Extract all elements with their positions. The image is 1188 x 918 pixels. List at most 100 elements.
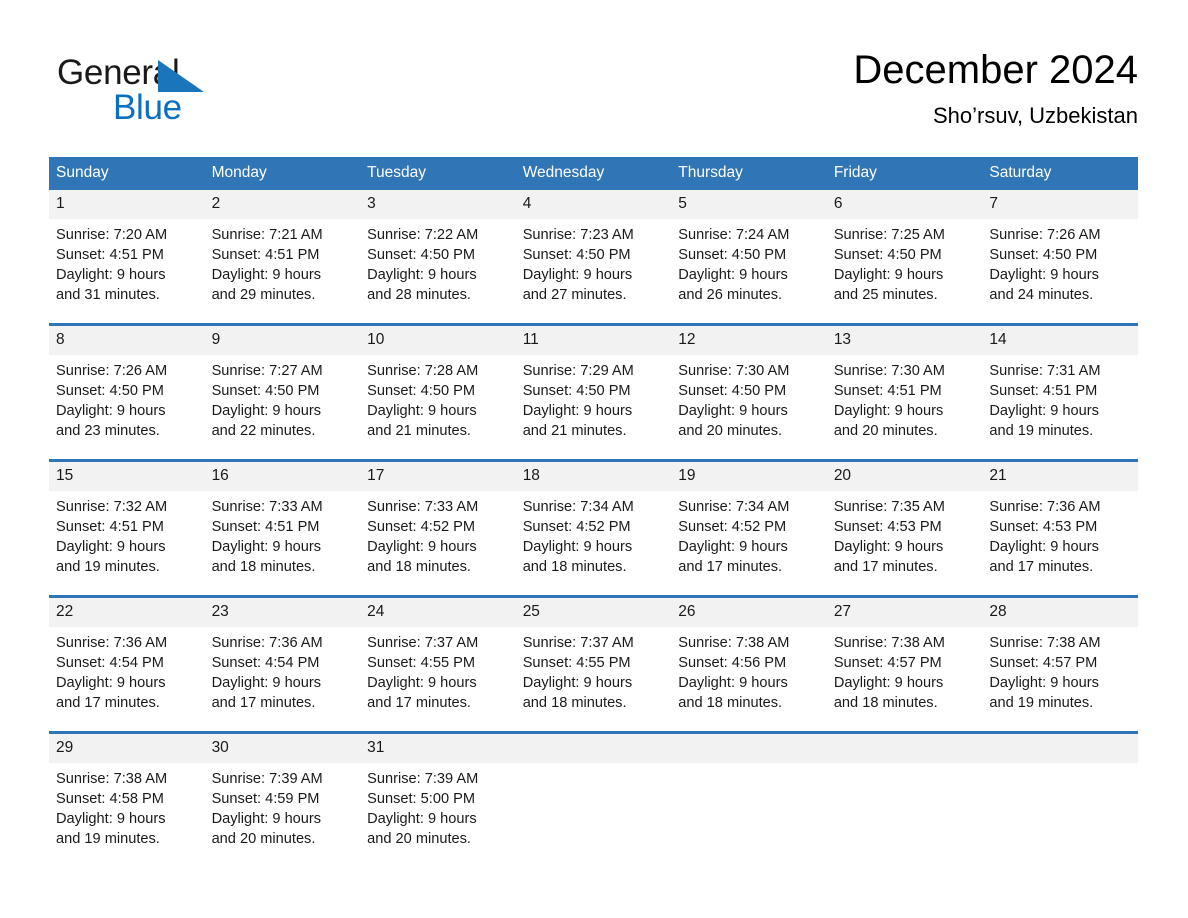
day-cell[interactable]: Sunrise: 7:39 AM Sunset: 5:00 PM Dayligh… <box>360 763 516 853</box>
day-cell[interactable]: Sunrise: 7:24 AM Sunset: 4:50 PM Dayligh… <box>671 219 827 309</box>
daylight-text-cont: and 21 minutes. <box>522 423 627 439</box>
daylight-text-cont: and 18 minutes. <box>833 695 938 711</box>
day-number[interactable]: 20 <box>826 462 983 491</box>
sunset-text: Sunset: 4:53 PM <box>833 519 942 535</box>
sunset-text: Sunset: 4:50 PM <box>56 383 164 399</box>
daylight-text: Daylight: 9 hours <box>211 675 322 691</box>
day-number[interactable]: 5 <box>671 190 827 219</box>
logo-text-blue: Blue <box>113 88 182 127</box>
day-cell[interactable]: Sunrise: 7:26 AM Sunset: 4:50 PM Dayligh… <box>982 219 1138 309</box>
daylight-text-cont: and 17 minutes. <box>367 695 471 711</box>
day-number[interactable]: 6 <box>826 190 983 219</box>
day-cell[interactable]: Sunrise: 7:25 AM Sunset: 4:50 PM Dayligh… <box>826 219 983 309</box>
sunset-text: Sunset: 4:50 PM <box>678 247 787 263</box>
day-cell[interactable]: Sunrise: 7:38 AM Sunset: 4:58 PM Dayligh… <box>49 763 205 853</box>
day-cell[interactable]: Sunrise: 7:37 AM Sunset: 4:55 PM Dayligh… <box>360 627 516 717</box>
calendar-body: 1 2 3 4 5 6 7 Sunrise: 7:20 AM Sunset: 4… <box>49 190 1138 853</box>
day-number[interactable]: 12 <box>671 326 827 355</box>
day-cell[interactable]: Sunrise: 7:28 AM Sunset: 4:50 PM Dayligh… <box>360 355 516 445</box>
day-cell[interactable]: Sunrise: 7:30 AM Sunset: 4:50 PM Dayligh… <box>671 355 827 445</box>
day-cell[interactable]: Sunrise: 7:38 AM Sunset: 4:57 PM Dayligh… <box>982 627 1138 717</box>
daylight-text-cont: and 27 minutes. <box>522 287 627 303</box>
day-cell-empty <box>826 763 983 853</box>
day-number[interactable]: 13 <box>826 326 983 355</box>
day-cell[interactable]: Sunrise: 7:20 AM Sunset: 4:51 PM Dayligh… <box>49 219 205 309</box>
day-cell[interactable]: Sunrise: 7:35 AM Sunset: 4:53 PM Dayligh… <box>826 491 983 581</box>
day-number[interactable]: 19 <box>671 462 827 491</box>
day-number[interactable]: 1 <box>49 190 205 219</box>
day-cell[interactable]: Sunrise: 7:29 AM Sunset: 4:50 PM Dayligh… <box>515 355 672 445</box>
sunrise-text: Sunrise: 7:36 AM <box>56 635 168 651</box>
day-cell[interactable]: Sunrise: 7:32 AM Sunset: 4:51 PM Dayligh… <box>49 491 205 581</box>
day-number[interactable]: 7 <box>982 190 1138 219</box>
day-number[interactable]: 17 <box>360 462 516 491</box>
sunrise-text: Sunrise: 7:25 AM <box>833 227 945 243</box>
day-cell[interactable]: Sunrise: 7:36 AM Sunset: 4:54 PM Dayligh… <box>49 627 205 717</box>
day-cell[interactable]: Sunrise: 7:30 AM Sunset: 4:51 PM Dayligh… <box>826 355 983 445</box>
day-number[interactable]: 25 <box>515 598 672 627</box>
day-cell[interactable]: Sunrise: 7:23 AM Sunset: 4:50 PM Dayligh… <box>515 219 672 309</box>
week-4-info-row: Sunrise: 7:36 AM Sunset: 4:54 PM Dayligh… <box>49 627 1138 717</box>
sunset-text: Sunset: 4:50 PM <box>989 247 1098 263</box>
day-number[interactable]: 18 <box>515 462 672 491</box>
day-cell[interactable]: Sunrise: 7:36 AM Sunset: 4:54 PM Dayligh… <box>204 627 361 717</box>
day-cell[interactable]: Sunrise: 7:31 AM Sunset: 4:51 PM Dayligh… <box>982 355 1138 445</box>
daylight-text-cont: and 18 minutes. <box>367 559 471 575</box>
day-number[interactable]: 11 <box>515 326 672 355</box>
day-number[interactable]: 16 <box>204 462 361 491</box>
daylight-text: Daylight: 9 hours <box>367 539 477 555</box>
day-cell[interactable]: Sunrise: 7:37 AM Sunset: 4:55 PM Dayligh… <box>515 627 672 717</box>
day-cell[interactable]: Sunrise: 7:26 AM Sunset: 4:50 PM Dayligh… <box>49 355 205 445</box>
sunrise-text: Sunrise: 7:27 AM <box>211 363 323 379</box>
sunrise-text: Sunrise: 7:26 AM <box>989 227 1101 243</box>
sunrise-text: Sunrise: 7:34 AM <box>522 499 634 515</box>
day-number[interactable]: 26 <box>671 598 827 627</box>
sunset-text: Sunset: 4:54 PM <box>56 655 164 671</box>
day-number[interactable]: 22 <box>49 598 205 627</box>
day-number[interactable]: 8 <box>49 326 205 355</box>
day-cell[interactable]: Sunrise: 7:34 AM Sunset: 4:52 PM Dayligh… <box>515 491 672 581</box>
sunset-text: Sunset: 4:50 PM <box>678 383 787 399</box>
sunset-text: Sunset: 4:52 PM <box>678 519 787 535</box>
day-cell[interactable]: Sunrise: 7:36 AM Sunset: 4:53 PM Dayligh… <box>982 491 1138 581</box>
day-number[interactable]: 29 <box>49 734 205 763</box>
day-number[interactable]: 21 <box>982 462 1138 491</box>
day-number[interactable]: 4 <box>515 190 672 219</box>
sunrise-text: Sunrise: 7:26 AM <box>56 363 168 379</box>
sunset-text: Sunset: 4:58 PM <box>56 791 164 807</box>
sunset-text: Sunset: 4:50 PM <box>211 383 320 399</box>
sunset-text: Sunset: 4:55 PM <box>522 655 631 671</box>
daylight-text-cont: and 29 minutes. <box>211 287 316 303</box>
day-cell[interactable]: Sunrise: 7:33 AM Sunset: 4:51 PM Dayligh… <box>204 491 361 581</box>
day-cell[interactable]: Sunrise: 7:38 AM Sunset: 4:56 PM Dayligh… <box>671 627 827 717</box>
day-number[interactable]: 9 <box>204 326 361 355</box>
daylight-text: Daylight: 9 hours <box>211 403 322 419</box>
day-number[interactable]: 15 <box>49 462 205 491</box>
day-number[interactable]: 3 <box>360 190 516 219</box>
day-number[interactable]: 28 <box>982 598 1138 627</box>
day-number[interactable]: 14 <box>982 326 1138 355</box>
daylight-text-cont: and 28 minutes. <box>367 287 471 303</box>
day-number[interactable]: 24 <box>360 598 516 627</box>
weekday-header-monday: Monday <box>204 157 361 190</box>
daylight-text-cont: and 20 minutes. <box>833 423 938 439</box>
day-number[interactable]: 23 <box>204 598 361 627</box>
day-number[interactable]: 30 <box>204 734 361 763</box>
daylight-text-cont: and 31 minutes. <box>56 287 160 303</box>
daylight-text: Daylight: 9 hours <box>833 267 944 283</box>
day-cell[interactable]: Sunrise: 7:33 AM Sunset: 4:52 PM Dayligh… <box>360 491 516 581</box>
daylight-text: Daylight: 9 hours <box>989 403 1099 419</box>
day-cell[interactable]: Sunrise: 7:27 AM Sunset: 4:50 PM Dayligh… <box>204 355 361 445</box>
day-number[interactable]: 31 <box>360 734 516 763</box>
daylight-text-cont: and 19 minutes. <box>989 423 1094 439</box>
day-cell[interactable]: Sunrise: 7:34 AM Sunset: 4:52 PM Dayligh… <box>671 491 827 581</box>
day-cell[interactable]: Sunrise: 7:22 AM Sunset: 4:50 PM Dayligh… <box>360 219 516 309</box>
day-cell[interactable]: Sunrise: 7:38 AM Sunset: 4:57 PM Dayligh… <box>826 627 983 717</box>
daylight-text-cont: and 21 minutes. <box>367 423 471 439</box>
day-number[interactable]: 10 <box>360 326 516 355</box>
day-number[interactable]: 27 <box>826 598 983 627</box>
day-number[interactable]: 2 <box>204 190 361 219</box>
sunrise-text: Sunrise: 7:36 AM <box>989 499 1101 515</box>
day-cell[interactable]: Sunrise: 7:21 AM Sunset: 4:51 PM Dayligh… <box>204 219 361 309</box>
day-cell[interactable]: Sunrise: 7:39 AM Sunset: 4:59 PM Dayligh… <box>204 763 361 853</box>
